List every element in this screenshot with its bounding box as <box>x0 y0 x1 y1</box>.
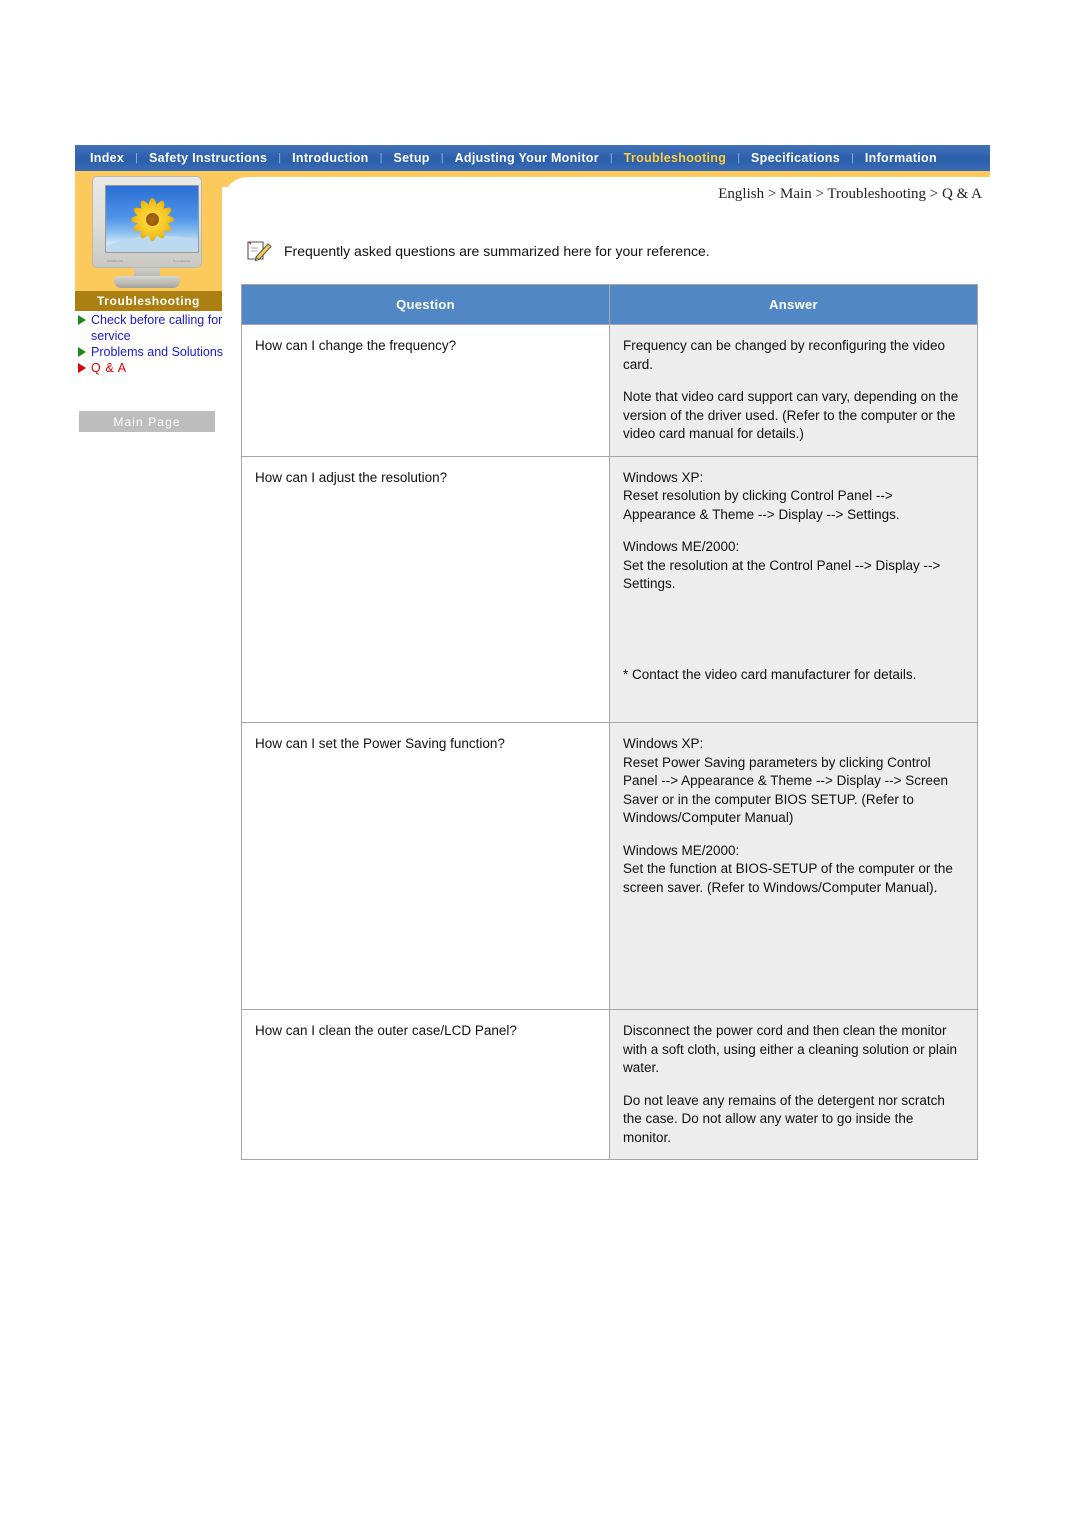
faq-answer-cell: Windows XP: Reset Power Saving parameters… <box>609 722 978 1010</box>
faq-table-body: How can I change the frequency? Frequency… <box>241 324 978 1160</box>
monitor-base <box>114 276 180 288</box>
column-header-question: Question <box>241 284 610 325</box>
main-page-button[interactable]: Main Page <box>79 411 215 432</box>
triangle-bullet-icon <box>78 315 86 325</box>
sidebar-item-label: Problems and Solutions <box>91 345 224 359</box>
faq-table: Question Answer How can I change the fre… <box>241 284 978 1160</box>
answer-trailing-spacer <box>623 911 964 997</box>
sunflower-core <box>145 212 159 226</box>
faq-question-cell: How can I set the Power Saving function? <box>241 722 610 1010</box>
faq-table-row: How can I adjust the resolution? Windows … <box>241 455 978 723</box>
monitor-screen <box>105 185 199 253</box>
faq-table-row: How can I change the frequency? Frequency… <box>241 324 978 457</box>
sidebar-item-q-a[interactable]: Q & A <box>78 360 228 376</box>
faq-answer-paragraph: Do not leave any remains of the detergen… <box>623 1092 945 1145</box>
faq-answer-cell: Disconnect the power cord and then clean… <box>609 1009 978 1160</box>
faq-table-row: How can I clean the outer case/LCD Panel… <box>241 1009 978 1160</box>
nav-item-specifications[interactable]: Specifications <box>740 145 851 171</box>
answer-spacer <box>623 608 964 666</box>
nav-item-information[interactable]: Information <box>854 145 948 171</box>
faq-answer-paragraph: Note that video card support can vary, d… <box>623 389 959 441</box>
sidebar-item-problems-and-solutions[interactable]: Problems and Solutions <box>78 344 228 360</box>
triangle-bullet-icon <box>78 347 86 357</box>
nav-item-troubleshooting[interactable]: Troubleshooting <box>613 145 737 171</box>
intro-text: Frequently asked questions are summarize… <box>284 243 710 259</box>
faq-answer-paragraph: Windows ME/2000: Set the resolution at th… <box>623 539 941 591</box>
faq-question-cell: How can I adjust the resolution? <box>241 455 610 723</box>
faq-question-cell: How can I clean the outer case/LCD Panel… <box>241 1009 610 1160</box>
faq-table-head: Question Answer <box>241 284 978 325</box>
sidebar-section-title: Troubleshooting <box>75 291 222 311</box>
faq-answer-paragraph: * Contact the video card manufacturer fo… <box>623 666 917 682</box>
faq-answer-cell: Frequency can be changed by reconfigurin… <box>609 324 978 457</box>
faq-answer-paragraph: Windows XP: Reset resolution by clicking … <box>623 469 900 522</box>
notepad-pencil-icon <box>246 239 272 263</box>
intro-row: Frequently asked questions are summarize… <box>246 239 710 263</box>
sidebar-section-title-label: Troubleshooting <box>97 294 200 308</box>
faq-answer-paragraph: Windows XP: Reset Power Saving parameters… <box>623 736 949 825</box>
sidebar-item-check-before-calling-for-service[interactable]: Check before calling for service <box>78 312 228 344</box>
triangle-bullet-icon <box>78 363 86 373</box>
faq-question-cell: How can I change the frequency? <box>241 324 610 457</box>
faq-header-row: Question Answer <box>241 284 978 325</box>
faq-answer-paragraph: Windows ME/2000: Set the function at BIOS… <box>623 842 953 895</box>
faq-question-text: How can I adjust the resolution? <box>255 469 448 485</box>
sunflower-graphic <box>127 194 177 244</box>
monitor-thumbnail-image: SAMSUNG SyncMaster <box>88 176 210 290</box>
monitor-bezel: SAMSUNG SyncMaster <box>92 176 202 268</box>
answer-trailing-spacer <box>623 698 964 710</box>
nav-item-safety-instructions[interactable]: Safety Instructions <box>138 145 278 171</box>
faq-question-text: How can I change the frequency? <box>255 338 457 353</box>
nav-item-index[interactable]: Index <box>79 145 135 171</box>
faq-answer-cell: Windows XP: Reset resolution by clicking … <box>609 455 978 723</box>
sidebar-item-label: Q & A <box>91 361 127 375</box>
column-header-answer: Answer <box>609 284 978 325</box>
breadcrumb: English > Main > Troubleshooting > Q & A <box>718 186 982 202</box>
main-navigation-bar: Index | Safety Instructions | Introduction | S… <box>75 145 990 171</box>
sidebar-item-label: Check before calling for service <box>91 313 223 343</box>
faq-question-text: How can I set the Power Saving function? <box>255 736 505 751</box>
faq-answer-paragraph: Disconnect the power cord and then clean… <box>623 1023 957 1075</box>
faq-answer-paragraph: Frequency can be changed by reconfigurin… <box>623 338 945 372</box>
faq-table-row: How can I set the Power Saving function?… <box>241 722 978 1010</box>
monitor-brand-left: SAMSUNG <box>107 259 124 263</box>
nav-item-adjusting-your-monitor[interactable]: Adjusting Your Monitor <box>444 145 610 171</box>
faq-question-text: How can I clean the outer case/LCD Panel… <box>255 1023 517 1038</box>
page-root: Index | Safety Instructions | Introduction | S… <box>0 0 1080 1528</box>
main-page-button-label: Main Page <box>113 414 181 429</box>
sidebar-link-list: Check before calling for service Problems… <box>78 312 228 376</box>
monitor-brand-right: SyncMaster <box>173 259 191 263</box>
nav-item-setup[interactable]: Setup <box>382 145 440 171</box>
nav-item-introduction[interactable]: Introduction <box>281 145 380 171</box>
